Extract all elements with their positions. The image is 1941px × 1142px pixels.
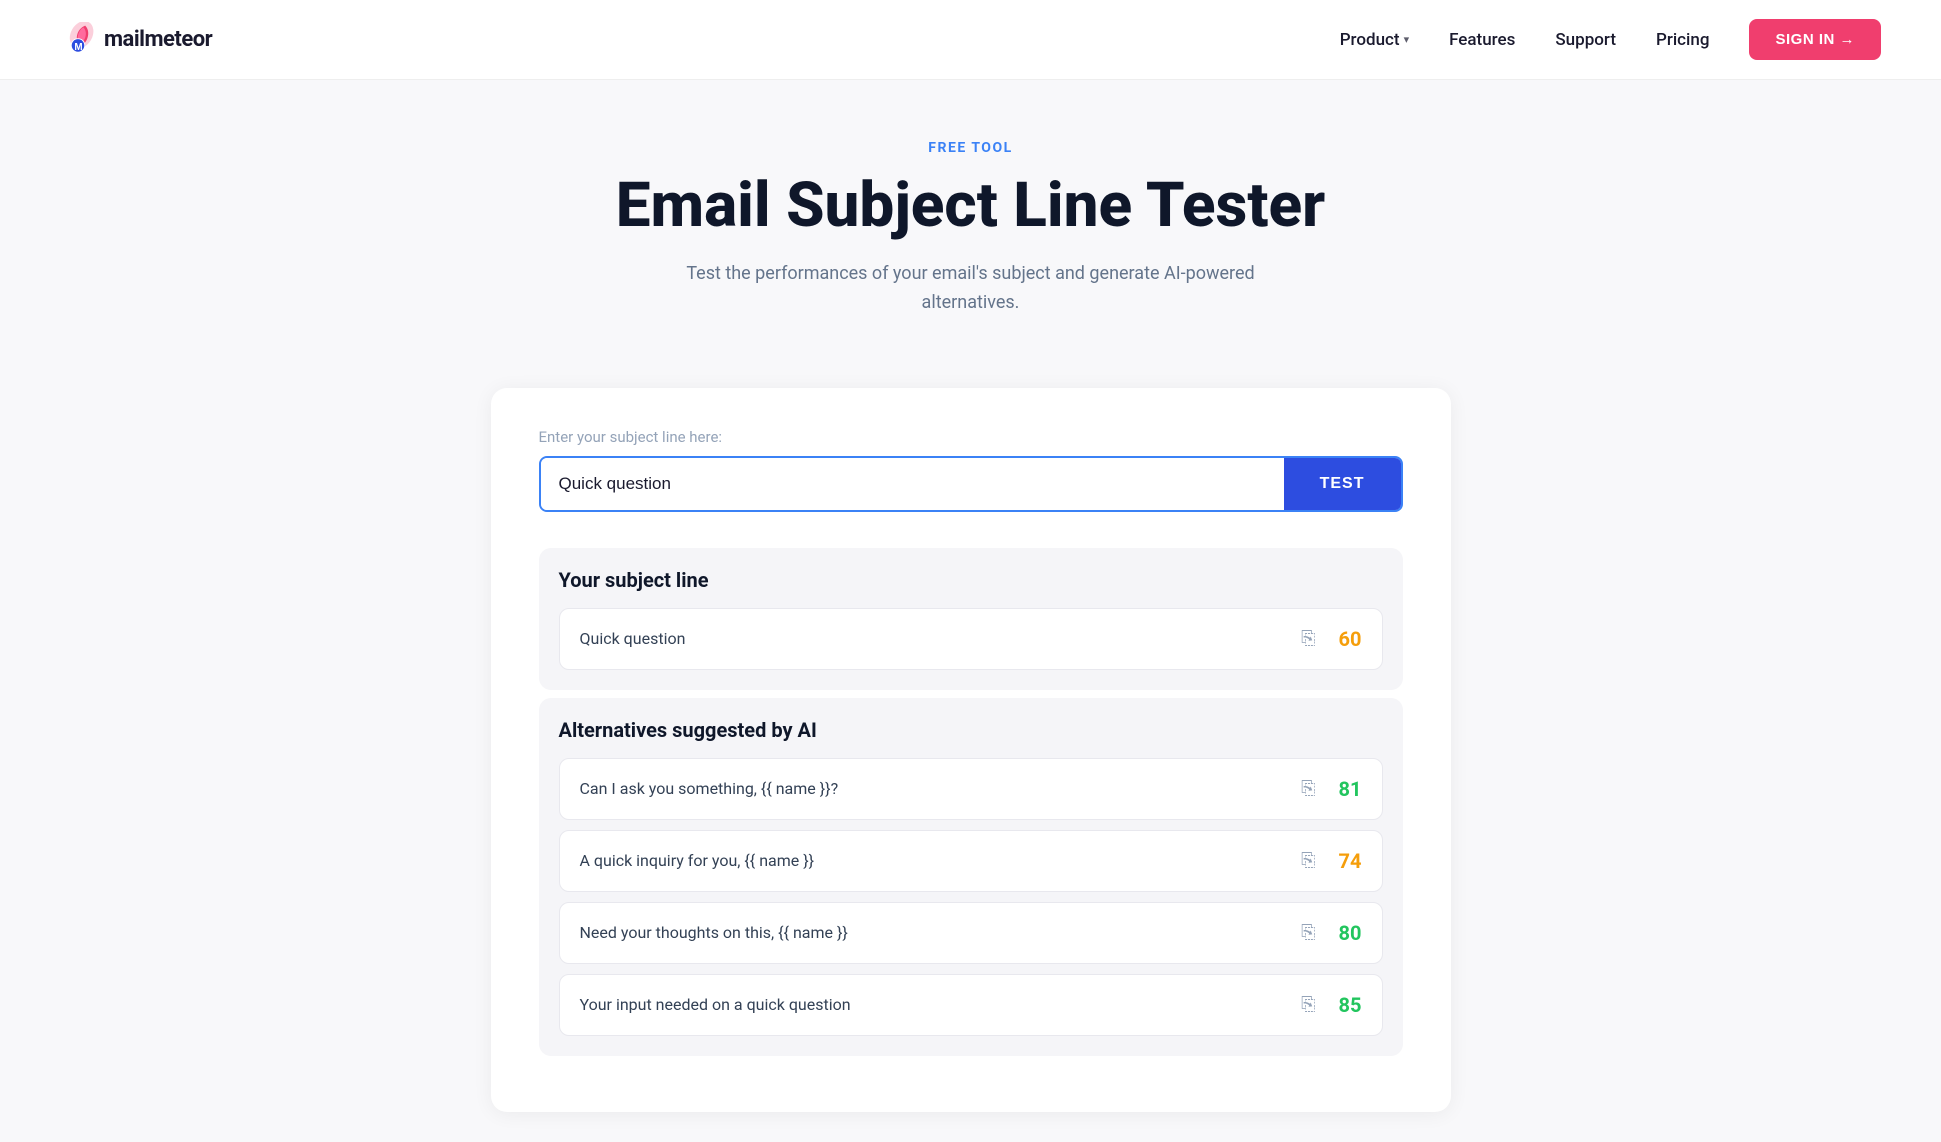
alt-text-2: Need your thoughts on this, {{ name }}: [580, 923, 848, 942]
alt-score-1: 74: [1330, 849, 1362, 873]
input-label: Enter your subject line here:: [539, 428, 1403, 446]
copy-icon[interactable]: ⎘: [1301, 922, 1315, 943]
copy-icon[interactable]: ⎘: [1301, 994, 1315, 1015]
svg-text:M: M: [74, 41, 82, 52]
nav-support[interactable]: Support: [1555, 30, 1616, 50]
your-subject-right: ⎘ 60: [1301, 627, 1361, 651]
free-tool-badge: FREE TOOL: [20, 140, 1921, 156]
list-item: Your input needed on a quick question ⎘ …: [559, 974, 1383, 1036]
page-title: Email Subject Line Tester: [20, 172, 1921, 240]
chevron-down-icon: ▾: [1404, 33, 1410, 46]
your-subject-title: Your subject line: [559, 568, 1383, 592]
alt-score-0: 81: [1330, 777, 1362, 801]
list-item: Can I ask you something, {{ name }}? ⎘ 8…: [559, 758, 1383, 820]
tool-card: Enter your subject line here: TEST Your …: [491, 388, 1451, 1112]
alt-text-3: Your input needed on a quick question: [580, 995, 851, 1014]
your-subject-item: Quick question ⎘ 60: [559, 608, 1383, 670]
list-item: Need your thoughts on this, {{ name }} ⎘…: [559, 902, 1383, 964]
alt-score-3: 85: [1330, 993, 1362, 1017]
your-subject-score: 60: [1330, 627, 1362, 651]
nav-features[interactable]: Features: [1449, 30, 1515, 50]
sign-in-button[interactable]: SIGN IN →: [1749, 19, 1881, 60]
your-subject-text: Quick question: [580, 629, 686, 648]
alternatives-title: Alternatives suggested by AI: [559, 718, 1383, 742]
subject-input[interactable]: [541, 458, 1284, 510]
alt-text-1: A quick inquiry for you, {{ name }}: [580, 851, 815, 870]
copy-icon[interactable]: ⎘: [1301, 628, 1315, 649]
nav-product[interactable]: Product ▾: [1340, 30, 1409, 50]
copy-icon[interactable]: ⎘: [1301, 850, 1315, 871]
list-item: A quick inquiry for you, {{ name }} ⎘ 74: [559, 830, 1383, 892]
alt-text-0: Can I ask you something, {{ name }}?: [580, 779, 839, 798]
your-subject-section: Your subject line Quick question ⎘ 60: [539, 548, 1403, 690]
nav-links: Product ▾ Features Support Pricing SIGN …: [1340, 19, 1881, 60]
input-row: TEST: [539, 456, 1403, 512]
logo[interactable]: M mailmeteor: [60, 22, 212, 58]
input-section: Enter your subject line here: TEST: [539, 428, 1403, 512]
alternatives-section: Alternatives suggested by AI Can I ask y…: [539, 698, 1403, 1056]
alt-score-2: 80: [1330, 921, 1362, 945]
brand-name: mailmeteor: [104, 27, 212, 52]
hero-subtitle: Test the performances of your email's su…: [671, 260, 1271, 318]
test-button[interactable]: TEST: [1284, 458, 1401, 510]
logo-icon: M: [60, 22, 96, 58]
nav-pricing[interactable]: Pricing: [1656, 30, 1710, 50]
navbar: M mailmeteor Product ▾ Features Support …: [0, 0, 1941, 80]
hero-section: FREE TOOL Email Subject Line Tester Test…: [0, 80, 1941, 358]
copy-icon[interactable]: ⎘: [1301, 778, 1315, 799]
